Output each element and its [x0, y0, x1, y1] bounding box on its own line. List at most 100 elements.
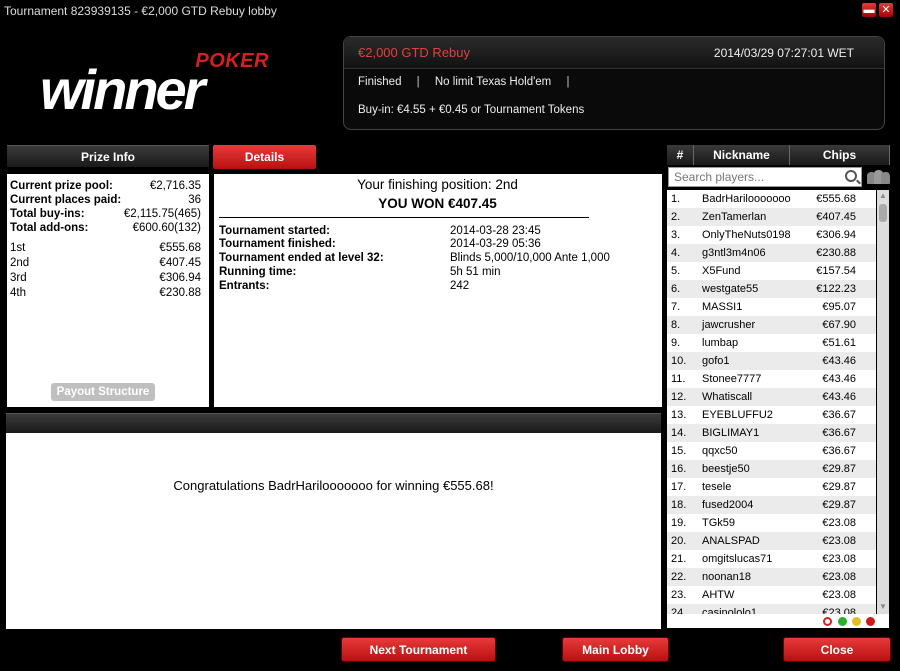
place-value: €555.68: [159, 242, 201, 254]
tab-details[interactable]: Details: [213, 145, 316, 169]
tournament-status: Finished: [358, 76, 402, 88]
player-row[interactable]: 19. TGk59 €23.08: [667, 514, 876, 532]
player-row[interactable]: 23. AHTW €23.08: [667, 586, 876, 604]
window-title: Tournament 823939135 - €2,000 GTD Rebuy …: [4, 4, 277, 18]
player-nickname: EYEBLUFFU2: [702, 409, 773, 421]
column-header-chips[interactable]: Chips: [790, 145, 890, 165]
search-players-input[interactable]: Search players...: [668, 167, 862, 187]
detail-label: Entrants:: [219, 280, 270, 292]
player-row[interactable]: 4. g3ntl3m4n06 €230.88: [667, 244, 876, 262]
detail-row: Tournament started: 2014-03-28 23:45: [219, 224, 541, 238]
player-row[interactable]: 11. Stonee7777 €43.46: [667, 370, 876, 388]
logo-winner-text: winner: [40, 58, 205, 121]
stat-label: Current places paid:: [10, 194, 122, 206]
place-value: €230.88: [159, 287, 201, 299]
column-header-nickname[interactable]: Nickname: [694, 145, 790, 165]
scroll-down-icon[interactable]: ▼: [879, 602, 887, 612]
minimize-icon[interactable]: ▬: [862, 3, 876, 17]
player-chips: €23.08: [822, 553, 856, 565]
player-row[interactable]: 18. fused2004 €29.87: [667, 496, 876, 514]
player-chips: €23.08: [822, 571, 856, 583]
scroll-thumb[interactable]: [879, 204, 887, 222]
search-icon[interactable]: [845, 170, 857, 182]
player-row[interactable]: 14. BIGLIMAY1 €36.67: [667, 424, 876, 442]
player-row[interactable]: 6. westgate55 €122.23: [667, 280, 876, 298]
player-rank: 1.: [671, 193, 681, 205]
tournament-name: €2,000 GTD Rebuy: [358, 45, 471, 60]
player-row[interactable]: 16. beestje50 €29.87: [667, 460, 876, 478]
player-nickname: lumbap: [702, 337, 739, 349]
player-nickname: gofo1: [702, 355, 730, 367]
player-row[interactable]: 13. EYEBLUFFU2 €36.67: [667, 406, 876, 424]
next-tournament-button[interactable]: Next Tournament: [341, 637, 496, 662]
game-type: No limit Texas Hold'em: [434, 76, 552, 88]
player-nickname: fused2004: [702, 499, 754, 511]
detail-value: Blinds 5,000/10,000 Ante 1,000: [450, 252, 610, 264]
player-chips: €95.07: [822, 301, 856, 313]
player-row[interactable]: 15. qqxc50 €36.67: [667, 442, 876, 460]
player-row[interactable]: 12. Whatiscall €43.46: [667, 388, 876, 406]
tournament-info-box: €2,000 GTD Rebuy 2014/03/29 07:27:01 WET…: [343, 36, 885, 130]
main-lobby-button[interactable]: Main Lobby: [562, 637, 669, 662]
buyin-text: Buy-in: €4.55 + €0.45 or Tournament Toke…: [358, 104, 585, 116]
place-value: €407.45: [159, 257, 201, 269]
player-row[interactable]: 21. omgitslucas71 €23.08: [667, 550, 876, 568]
player-nickname: g3ntl3m4n06: [702, 247, 766, 259]
detail-label: Tournament finished:: [219, 238, 336, 250]
player-row[interactable]: 20. ANALSPAD €23.08: [667, 532, 876, 550]
player-nickname: noonan18: [702, 571, 751, 583]
player-row[interactable]: 5. X5Fund €157.54: [667, 262, 876, 280]
stat-value: 36: [188, 194, 201, 206]
player-rank: 17.: [671, 481, 687, 493]
yellow-status-icon: [852, 617, 861, 626]
player-list[interactable]: 1. BadrHarilooooooo €555.68 2. ZenTamerlan €4…: [667, 190, 876, 614]
detail-label: Running time:: [219, 266, 297, 278]
logo-poker-text: POKER: [195, 50, 269, 72]
player-row[interactable]: 9. lumbap €51.61: [667, 334, 876, 352]
tournament-datetime: 2014/03/29 07:27:01 WET: [713, 46, 854, 60]
player-row[interactable]: 8. jawcrusher €67.90: [667, 316, 876, 334]
player-row[interactable]: 2. ZenTamerlan €407.45: [667, 208, 876, 226]
player-chips: €23.08: [822, 517, 856, 529]
total-addons-row: Total add-ons: €600.60(132): [10, 221, 201, 235]
player-row[interactable]: 1. BadrHarilooooooo €555.68: [667, 190, 876, 208]
player-chips: €23.08: [822, 607, 856, 614]
player-nickname: MASSI1: [702, 301, 743, 313]
stat-value: €2,115.75(465): [123, 208, 201, 220]
place-label: 4th: [10, 287, 26, 299]
player-rank: 19.: [671, 517, 687, 529]
payout-structure-button[interactable]: Payout Structure: [51, 383, 155, 401]
player-nickname: Stonee7777: [702, 373, 762, 385]
player-row[interactable]: 22. noonan18 €23.08: [667, 568, 876, 586]
player-row[interactable]: 24. casinololo1 €23.08: [667, 604, 876, 614]
players-group-icon[interactable]: [867, 170, 890, 184]
player-nickname: TGk59: [702, 517, 736, 529]
connection-status-bar: [667, 614, 889, 628]
player-chips: €29.87: [822, 481, 856, 493]
player-nickname: X5Fund: [702, 265, 741, 277]
detail-label: Tournament ended at level 32:: [219, 252, 384, 264]
player-nickname: casinololo1: [702, 607, 758, 614]
player-list-scrollbar[interactable]: ▲ ▼: [877, 190, 889, 614]
player-row[interactable]: 10. gofo1 €43.46: [667, 352, 876, 370]
scroll-up-icon[interactable]: ▲: [879, 191, 887, 201]
player-row[interactable]: 3. OnlyTheNuts0198 €306.94: [667, 226, 876, 244]
red-status-icon: [866, 617, 875, 626]
player-chips: €306.94: [816, 229, 856, 241]
player-chips: €555.68: [816, 193, 856, 205]
player-chips: €157.54: [816, 265, 856, 277]
place-value: €306.94: [159, 272, 201, 284]
player-chips: €36.67: [822, 409, 856, 421]
detail-value: 2014-03-29 05:36: [450, 238, 541, 250]
place-label: 1st: [10, 242, 26, 254]
player-row[interactable]: 17. tesele €29.87: [667, 478, 876, 496]
column-header-rank[interactable]: #: [667, 145, 694, 165]
player-rank: 15.: [671, 445, 687, 457]
close-window-icon[interactable]: ✕: [879, 3, 893, 17]
player-row[interactable]: 7. MASSI1 €95.07: [667, 298, 876, 316]
prize-info-panel: Current prize pool: €2,716.35 Current pla…: [7, 174, 209, 407]
player-nickname: BIGLIMAY1: [702, 427, 760, 439]
stat-label: Current prize pool:: [10, 180, 113, 192]
separator: |: [566, 76, 570, 88]
close-button[interactable]: Close: [783, 637, 891, 662]
